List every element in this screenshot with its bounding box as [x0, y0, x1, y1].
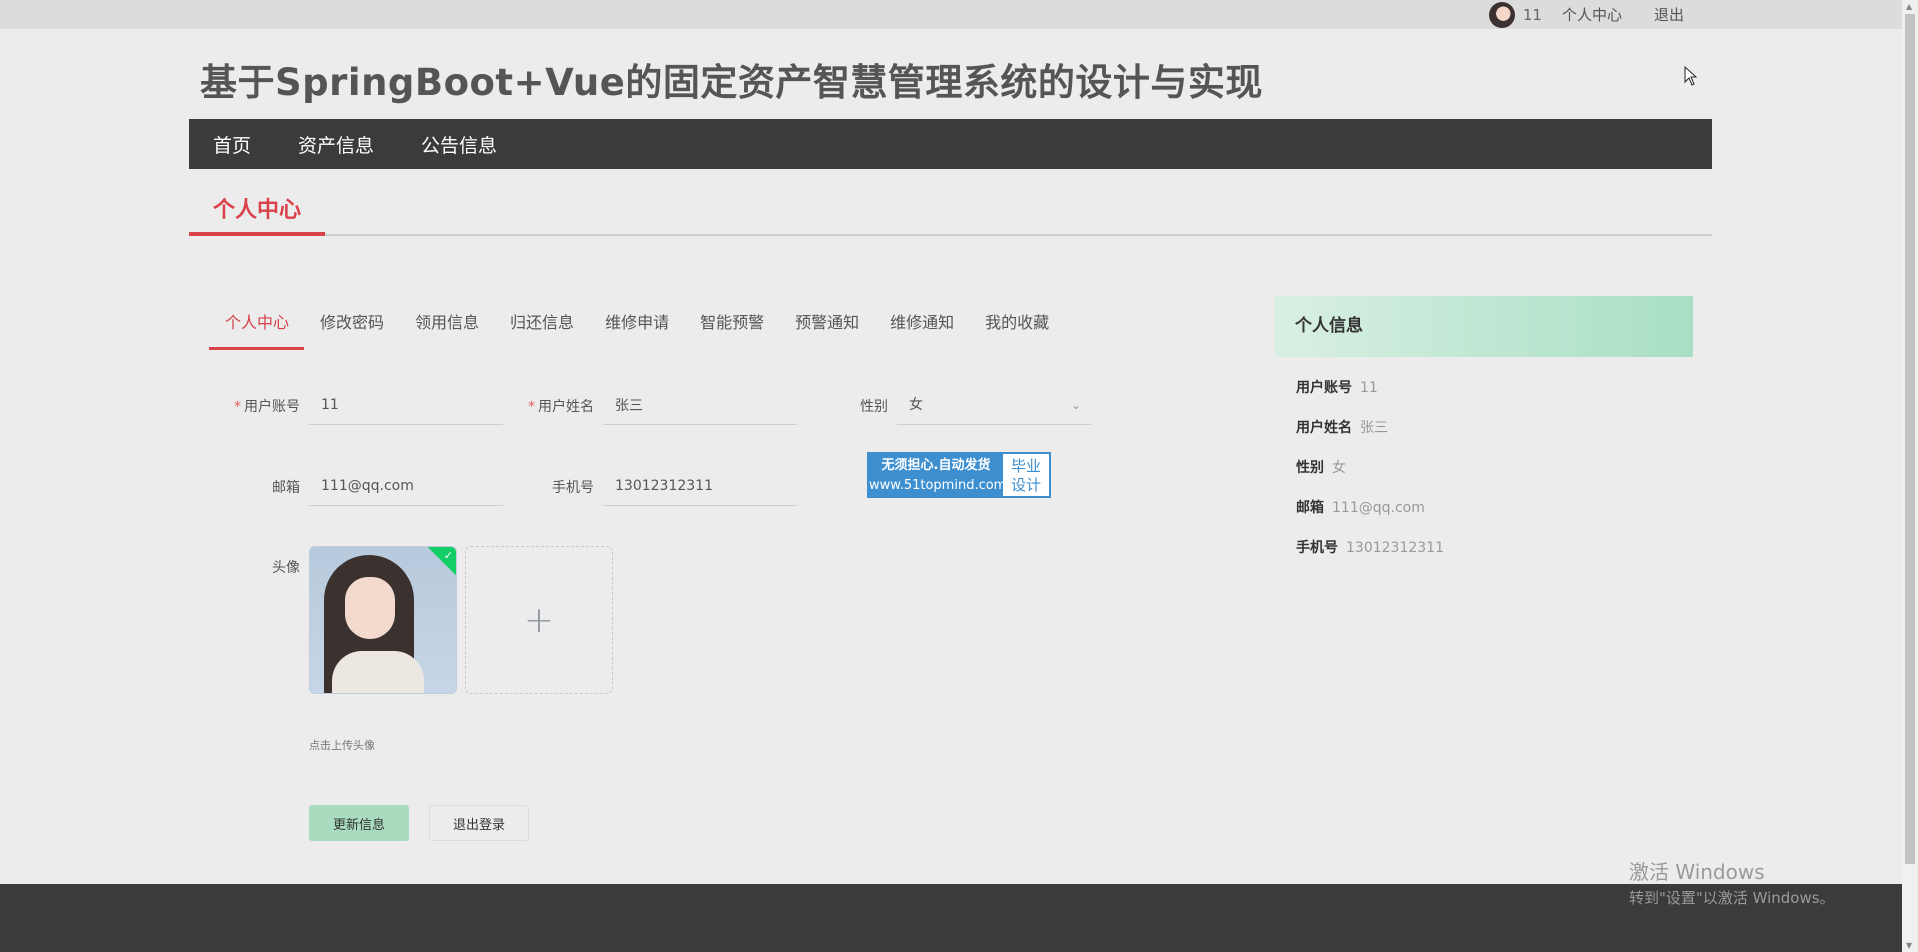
plus-icon: + — [523, 599, 555, 641]
footer — [0, 884, 1902, 952]
avatar-preview[interactable]: ✓ — [309, 546, 457, 694]
logout-link[interactable]: 退出 — [1654, 4, 1684, 25]
logout-button[interactable]: 退出登录 — [429, 805, 529, 841]
tab-warning-notice[interactable]: 预警通知 — [779, 303, 874, 350]
scrollbar-thumb[interactable] — [1905, 14, 1915, 864]
mouse-cursor-icon — [1684, 66, 1698, 86]
gender-select[interactable]: 女 ⌄ — [897, 385, 1091, 425]
user-menu: 11 个人中心 退出 — [1488, 0, 1684, 29]
info-row: 用户姓名 张三 — [1296, 420, 1388, 436]
info-row: 手机号 13012312311 — [1296, 540, 1444, 556]
top-bar: 11 个人中心 退出 — [0, 0, 1902, 29]
nav-item-home[interactable]: 首页 — [213, 131, 251, 158]
tab-profile[interactable]: 个人中心 — [209, 303, 305, 350]
tab-repair-request[interactable]: 维修申请 — [589, 303, 684, 350]
phone-label: 手机号 — [552, 480, 594, 496]
page-title: 基于SpringBoot+Vue的固定资产智慧管理系统的设计与实现 — [200, 61, 1263, 104]
phone-field[interactable] — [603, 466, 797, 506]
scroll-down-icon[interactable]: ▼ — [1906, 941, 1912, 950]
nav-item-notices[interactable]: 公告信息 — [421, 131, 497, 158]
chevron-down-icon: ⌄ — [1070, 398, 1081, 412]
ad-right-1: 毕业 — [1010, 457, 1041, 475]
username: 11 — [1522, 5, 1542, 24]
info-row: 邮箱 111@qq.com — [1296, 500, 1425, 516]
account-label: * 用户账号 — [234, 399, 300, 415]
avatar-label: 头像 — [272, 560, 300, 576]
scroll-up-icon[interactable]: ▲ — [1906, 2, 1912, 11]
info-panel-title: 个人信息 — [1275, 296, 1693, 357]
main-nav: 首页 资产信息 公告信息 — [189, 119, 1712, 169]
upload-tip: 点击上传头像 — [309, 739, 375, 752]
profile-tabs: 个人中心 修改密码 领用信息 归还信息 维修申请 智能预警 预警通知 维修通知 … — [209, 303, 1064, 350]
tab-change-password[interactable]: 修改密码 — [304, 303, 399, 350]
section-header: 个人中心 — [189, 192, 1712, 236]
nav-item-assets[interactable]: 资产信息 — [298, 131, 374, 158]
info-row: 性别女 — [1296, 460, 1346, 476]
gender-label: 性别 — [860, 399, 888, 415]
email-label: 邮箱 — [272, 480, 300, 496]
profile-link[interactable]: 个人中心 — [1562, 4, 1622, 25]
windows-activation-watermark: 激活 Windows 转到"设置"以激活 Windows。 — [1629, 860, 1835, 907]
ad-line-1: 无须担心.自动发货 — [881, 458, 991, 473]
tab-return-info[interactable]: 归还信息 — [494, 303, 589, 350]
info-row: 用户账号 11 — [1296, 380, 1378, 396]
ad-right-2: 设计 — [1010, 476, 1041, 494]
gender-value: 女 — [909, 397, 923, 413]
ad-banner[interactable]: 无须担心.自动发货 www.51topmind.com 毕业 设计 — [867, 452, 1051, 498]
ad-line-2: www.51topmind.com — [869, 478, 1007, 493]
avatar-upload-button[interactable]: + — [465, 546, 613, 694]
section-title: 个人中心 — [189, 192, 325, 236]
avatar[interactable] — [1488, 1, 1515, 28]
tab-smart-warning[interactable]: 智能预警 — [684, 303, 779, 350]
tab-borrow-info[interactable]: 领用信息 — [399, 303, 494, 350]
update-info-button[interactable]: 更新信息 — [309, 805, 409, 841]
vertical-scrollbar[interactable]: ▲ ▼ — [1902, 0, 1918, 952]
tab-favorites[interactable]: 我的收藏 — [969, 303, 1064, 350]
name-label: * 用户姓名 — [528, 399, 594, 415]
tab-repair-notice[interactable]: 维修通知 — [874, 303, 969, 350]
check-icon: ✓ — [443, 549, 453, 562]
